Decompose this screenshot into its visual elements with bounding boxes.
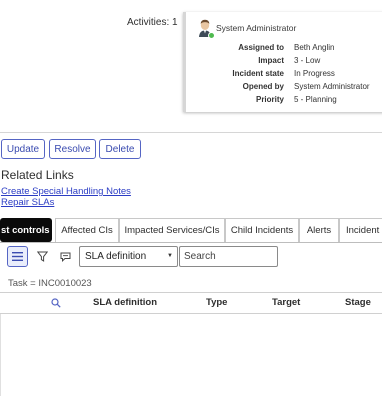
- update-button[interactable]: Update: [1, 139, 45, 159]
- related-links-title: Related Links: [1, 168, 74, 182]
- chevron-down-icon: ▼: [167, 253, 173, 259]
- tab-alerts[interactable]: Alerts: [299, 218, 339, 242]
- chat-button[interactable]: [55, 246, 76, 267]
- filter-button[interactable]: [32, 246, 53, 267]
- hamburger-menu-icon: [12, 252, 23, 261]
- column-header-sla-definition[interactable]: SLA definition: [93, 297, 157, 308]
- search-input[interactable]: [179, 246, 278, 267]
- field-value: System Administrator: [294, 82, 370, 91]
- field-label: Priority: [255, 95, 284, 104]
- column-header-stage[interactable]: Stage: [345, 297, 371, 308]
- search-field-select[interactable]: SLA definition ▼: [79, 246, 178, 267]
- field-value: In Progress: [294, 69, 335, 78]
- field-label: Assigned to: [238, 43, 284, 52]
- tab-incident[interactable]: Incident: [339, 218, 382, 242]
- activity-field-row: Incident state In Progress: [186, 69, 382, 82]
- tab-child-incidents[interactable]: Child Incidents: [225, 218, 299, 242]
- activity-field-row: Opened by System Administrator: [186, 82, 382, 95]
- filter-breadcrumb[interactable]: Task = INC0010023: [8, 278, 92, 289]
- activity-field-row: Priority 5 - Planning: [186, 95, 382, 108]
- column-header-target[interactable]: Target: [272, 297, 300, 308]
- tab-task-slas[interactable]: st controls: [0, 218, 52, 242]
- related-list-toolbar: SLA definition ▼: [0, 246, 382, 272]
- activity-field-row: Impact 3 - Low: [186, 56, 382, 69]
- list-menu-button[interactable]: [7, 246, 28, 267]
- field-label: Incident state: [232, 69, 284, 78]
- tab-affected-cis[interactable]: Affected CIs: [55, 218, 119, 242]
- repair-slas-link[interactable]: Repair SLAs: [1, 197, 54, 208]
- delete-button[interactable]: Delete: [99, 139, 141, 159]
- field-label: Opened by: [242, 82, 284, 91]
- tab-impacted-services[interactable]: Impacted Services/CIs: [119, 218, 225, 242]
- table-header: SLA definition Type Target Stage: [0, 293, 382, 314]
- field-value: 3 - Low: [294, 56, 321, 65]
- filter-funnel-icon: [37, 251, 48, 262]
- resolve-button[interactable]: Resolve: [49, 139, 96, 159]
- field-label: Impact: [258, 56, 284, 65]
- activity-author: System Administrator: [216, 23, 297, 33]
- online-status-dot: [208, 32, 215, 39]
- search-icon[interactable]: [51, 298, 61, 308]
- chat-bubble-icon: [60, 252, 71, 262]
- related-list-tabs: st controls Affected CIs Impacted Servic…: [0, 218, 382, 243]
- table-body: [0, 314, 382, 396]
- field-value: Beth Anglin: [294, 43, 335, 52]
- select-value: SLA definition: [85, 251, 147, 262]
- create-special-handling-notes-link[interactable]: Create Special Handling Notes: [1, 186, 131, 197]
- field-value: 5 - Planning: [294, 95, 337, 104]
- column-header-type[interactable]: Type: [206, 297, 227, 308]
- activity-panel: Activities: 1 System Administrator Assig…: [0, 0, 382, 133]
- activities-count-label: Activities: 1: [127, 17, 178, 28]
- activity-field-row: Assigned to Beth Anglin: [186, 43, 382, 56]
- activity-card: System Administrator Assigned to Beth An…: [183, 12, 382, 112]
